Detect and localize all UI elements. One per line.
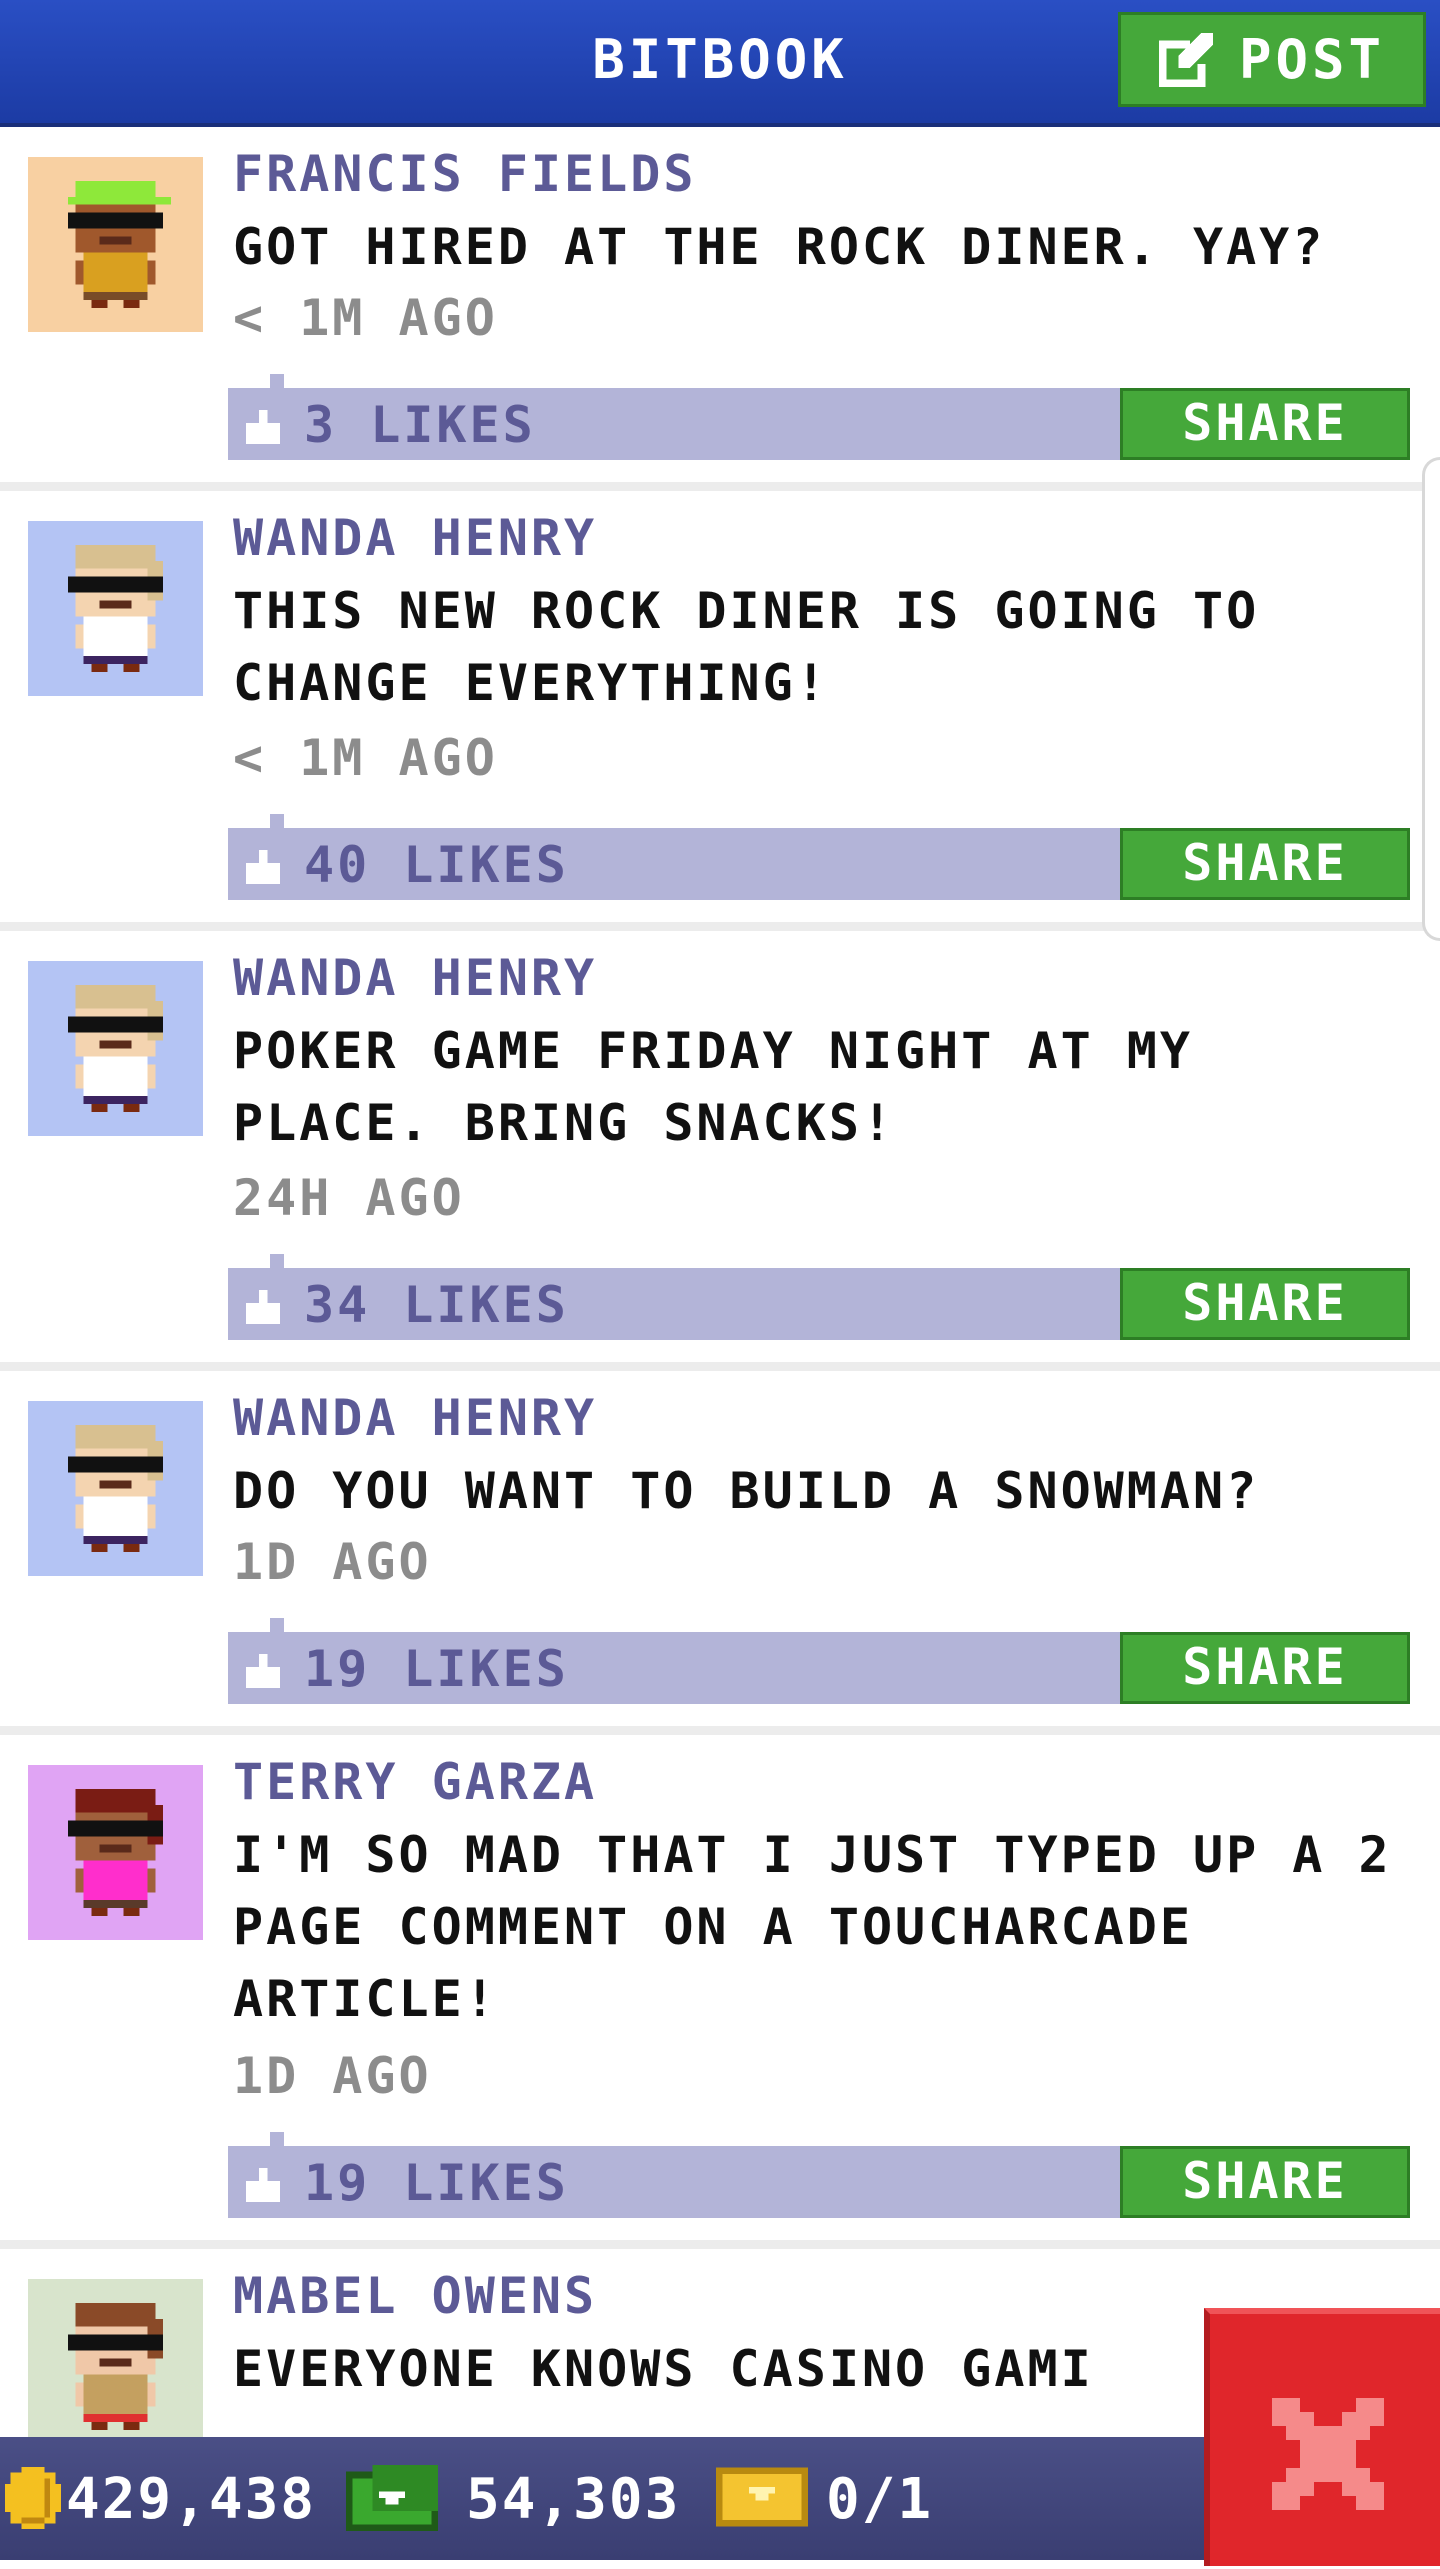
cash-icon[interactable]: [346, 2465, 438, 2531]
post-button[interactable]: POST: [1118, 12, 1426, 107]
feed-post: WANDA HENRY THIS NEW ROCK DINER IS GOING…: [0, 491, 1440, 922]
likes-count[interactable]: 19 LIKES: [304, 1640, 569, 1698]
share-button[interactable]: SHARE: [1120, 388, 1410, 460]
likes-count[interactable]: 40 LIKES: [304, 836, 569, 894]
share-button[interactable]: SHARE: [1120, 1632, 1410, 1704]
post-time: 1D AGO: [233, 2047, 432, 2105]
feed-post: TERRY GARZA I'M SO MAD THAT I JUST TYPED…: [0, 1735, 1440, 2240]
ticket-count: 0/1: [826, 2467, 934, 2532]
post-author[interactable]: WANDA HENRY: [233, 949, 597, 1007]
post-text: GOT HIRED AT THE ROCK DINER. YAY?: [233, 218, 1326, 276]
likes-bar: 40 LIKES SHARE: [228, 814, 1410, 900]
post-author[interactable]: FRANCIS FIELDS: [233, 145, 696, 203]
likes-count[interactable]: 34 LIKES: [304, 1276, 569, 1334]
post-time: 24H AGO: [233, 1169, 465, 1227]
avatar: [28, 2279, 203, 2454]
feed-post: FRANCIS FIELDS GOT HIRED AT THE ROCK DIN…: [0, 127, 1440, 482]
thumbs-up-icon[interactable]: [246, 410, 280, 444]
bux-count: 54,303: [466, 2467, 681, 2532]
post-author[interactable]: WANDA HENRY: [233, 1389, 597, 1447]
share-button[interactable]: SHARE: [1120, 828, 1410, 900]
avatar: [28, 1401, 203, 1576]
person-icon: [28, 961, 203, 1136]
likes-bar: 19 LIKES SHARE: [228, 1618, 1410, 1704]
close-button[interactable]: [1204, 2308, 1440, 2566]
share-button[interactable]: SHARE: [1120, 1268, 1410, 1340]
ticket-icon[interactable]: [716, 2467, 808, 2527]
post-text: DO YOU WANT TO BUILD A SNOWMAN?: [233, 1462, 1260, 1520]
post-text: THIS NEW ROCK DINER IS GOING TO CHANGE E…: [233, 582, 1260, 712]
thumbs-up-icon[interactable]: [246, 850, 280, 884]
coin-icon: [4, 2467, 62, 2529]
feed-post: WANDA HENRY DO YOU WANT TO BUILD A SNOWM…: [0, 1371, 1440, 1726]
share-button[interactable]: SHARE: [1120, 2146, 1410, 2218]
person-icon: [28, 2279, 203, 2454]
post-button-label: POST: [1239, 28, 1386, 91]
app-header: BITBOOK POST: [0, 0, 1440, 127]
likes-bar: 34 LIKES SHARE: [228, 1254, 1410, 1340]
edit-icon: [1158, 32, 1214, 87]
post-author[interactable]: WANDA HENRY: [233, 509, 597, 567]
post-author[interactable]: MABEL OWENS: [233, 2267, 597, 2325]
post-text: I'M SO MAD THAT I JUST TYPED UP A 2 PAGE…: [233, 1826, 1392, 2028]
thumbs-up-icon[interactable]: [246, 1654, 280, 1688]
person-icon: [28, 157, 203, 332]
likes-count[interactable]: 19 LIKES: [304, 2154, 569, 2212]
thumbs-up-icon[interactable]: [246, 1290, 280, 1324]
post-time: < 1M AGO: [233, 729, 498, 787]
avatar: [28, 1765, 203, 1940]
close-icon: [1272, 2398, 1384, 2510]
likes-bar: 19 LIKES SHARE: [228, 2132, 1410, 2218]
post-text: POKER GAME FRIDAY NIGHT AT MY PLACE. BRI…: [233, 1022, 1193, 1152]
avatar: [28, 521, 203, 696]
avatar: [28, 157, 203, 332]
person-icon: [28, 521, 203, 696]
post-time: < 1M AGO: [233, 289, 498, 347]
likes-bar: 3 LIKES SHARE: [228, 374, 1410, 460]
scrollbar[interactable]: [1422, 457, 1440, 941]
post-author[interactable]: TERRY GARZA: [233, 1753, 597, 1811]
person-icon: [28, 1765, 203, 1940]
avatar: [28, 961, 203, 1136]
person-icon: [28, 1401, 203, 1576]
feed-post: WANDA HENRY POKER GAME FRIDAY NIGHT AT M…: [0, 931, 1440, 1362]
likes-count[interactable]: 3 LIKES: [304, 396, 536, 454]
coin-count: 429,438: [66, 2467, 317, 2532]
post-time: 1D AGO: [233, 1533, 432, 1591]
thumbs-up-icon[interactable]: [246, 2168, 280, 2202]
